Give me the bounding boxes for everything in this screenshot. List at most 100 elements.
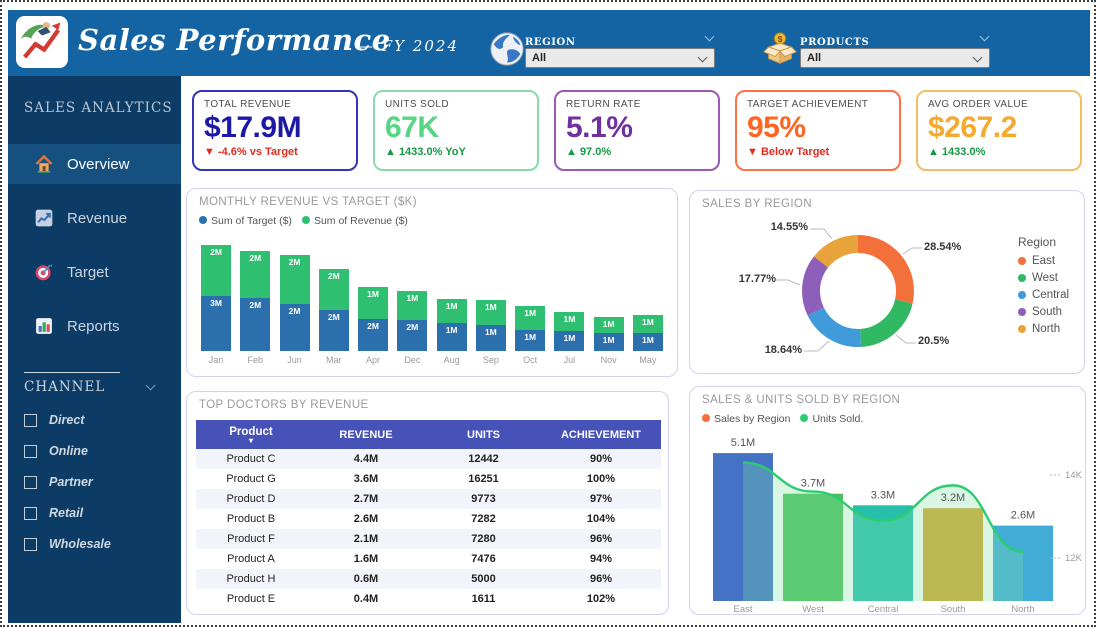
- column-header-achievement[interactable]: ACHIEVEMENT: [541, 420, 661, 449]
- target-bar-segment[interactable]: 2M: [240, 298, 270, 351]
- product-name-cell: Product H: [196, 569, 306, 589]
- month-axis-label: May: [633, 355, 663, 368]
- value-cell: 102%: [541, 589, 661, 609]
- sidebar-item-target[interactable]: Target: [8, 252, 181, 292]
- revenue-bar-segment[interactable]: 2M: [240, 251, 270, 298]
- revenue-bar-segment[interactable]: 1M: [437, 299, 467, 323]
- value-cell: 7280: [426, 529, 541, 549]
- target-bar-segment[interactable]: 1M: [437, 323, 467, 351]
- target-bar-segment[interactable]: 1M: [594, 333, 624, 351]
- checkbox-icon[interactable]: [24, 414, 37, 427]
- channel-option-retail[interactable]: Retail: [24, 506, 181, 520]
- donut-callout-line: [896, 335, 916, 343]
- column-header-units[interactable]: UNITS: [426, 420, 541, 449]
- combo-bar-value-label: 2.6M: [1011, 510, 1035, 522]
- channel-option-direct[interactable]: Direct: [24, 413, 181, 427]
- kpi-label: AVG ORDER VALUE: [928, 99, 1070, 110]
- revenue-bar-segment[interactable]: 1M: [554, 312, 584, 331]
- sidebar-item-label: Overview: [67, 156, 130, 173]
- app-header: Sales Performance — FY 2024 REGION All: [8, 10, 1090, 76]
- sidebar-item-revenue[interactable]: Revenue: [8, 198, 181, 238]
- target-bar-segment[interactable]: 3M: [201, 296, 231, 351]
- table-row[interactable]: Product G3.6M16251100%: [196, 469, 661, 489]
- bar-value-label: 2M: [319, 310, 349, 322]
- region-dropdown[interactable]: All: [525, 48, 715, 68]
- bar-value-label: 1M: [397, 291, 427, 303]
- table-row[interactable]: Product C4.4M1244290%: [196, 449, 661, 469]
- kpi-card-total-revenue: TOTAL REVENUE$17.9M▼ -4.6% vs Target: [192, 90, 358, 171]
- revenue-bar-segment[interactable]: 2M: [280, 255, 310, 304]
- channel-option-online[interactable]: Online: [24, 444, 181, 458]
- products-dropdown[interactable]: All: [800, 48, 990, 68]
- bar-value-label: 2M: [397, 320, 427, 332]
- legend-dot-icon: [1018, 257, 1026, 265]
- table-row[interactable]: Product D2.7M977397%: [196, 489, 661, 509]
- table-row[interactable]: Product E0.4M1611102%: [196, 589, 661, 609]
- checkbox-icon[interactable]: [24, 445, 37, 458]
- value-cell: 94%: [541, 549, 661, 569]
- table-row[interactable]: Product H0.6M500096%: [196, 569, 661, 589]
- month-axis-label: Sep: [476, 355, 506, 368]
- month-axis-label: Jan: [201, 355, 231, 368]
- monthly-bar-feb: 2M2MFeb: [240, 251, 270, 368]
- revenue-bar-segment[interactable]: 1M: [476, 300, 506, 325]
- checkbox-icon[interactable]: [24, 538, 37, 551]
- chevron-down-icon[interactable]: [980, 32, 990, 42]
- region-slicer-label: REGION: [525, 37, 576, 48]
- table-row[interactable]: Product A1.6M747694%: [196, 549, 661, 569]
- globe-icon: [488, 30, 526, 68]
- top-products-panel: TOP DOCTORS BY REVENUE Product▾REVENUEUN…: [186, 391, 669, 615]
- target-bar-segment[interactable]: 1M: [554, 331, 584, 351]
- value-cell: 96%: [541, 529, 661, 549]
- revenue-bar-segment[interactable]: 1M: [397, 291, 427, 320]
- target-bar-segment[interactable]: 2M: [358, 319, 388, 351]
- revenue-bar-segment[interactable]: 1M: [358, 287, 388, 319]
- revenue-bar-segment[interactable]: 2M: [319, 269, 349, 310]
- column-header-revenue[interactable]: REVENUE: [306, 420, 426, 449]
- target-bar-segment[interactable]: 1M: [515, 330, 545, 351]
- donut-percent-label: 18.64%: [752, 344, 802, 356]
- legend-label: West: [1032, 272, 1058, 284]
- sidebar-item-overview[interactable]: Overview: [8, 144, 181, 184]
- chevron-down-icon[interactable]: [705, 32, 715, 42]
- products-slicer: PRODUCTS All: [800, 32, 990, 68]
- donut-legend-item-north[interactable]: North: [1018, 323, 1069, 335]
- month-axis-label: Apr: [358, 355, 388, 368]
- column-header-product[interactable]: Product▾: [196, 420, 306, 449]
- chevron-down-icon[interactable]: [146, 381, 156, 391]
- kpi-value: 67K: [385, 111, 527, 145]
- value-cell: 1.6M: [306, 549, 426, 569]
- target-bar-segment[interactable]: 2M: [280, 304, 310, 351]
- donut-legend-item-east[interactable]: East: [1018, 255, 1069, 267]
- legend-label: South: [1032, 306, 1062, 318]
- region-slicer: REGION All: [525, 32, 715, 68]
- revenue-bar-segment[interactable]: 1M: [633, 315, 663, 333]
- bar-value-label: 1M: [358, 287, 388, 299]
- value-cell: 2.1M: [306, 529, 426, 549]
- checkbox-icon[interactable]: [24, 507, 37, 520]
- table-row[interactable]: Product B2.6M7282104%: [196, 509, 661, 529]
- revenue-bar-segment[interactable]: 2M: [201, 245, 231, 296]
- donut-percent-label: 20.5%: [918, 335, 949, 347]
- table-row[interactable]: Product F2.1M728096%: [196, 529, 661, 549]
- table-panel-title: TOP DOCTORS BY REVENUE: [199, 399, 369, 411]
- month-axis-label: Jul: [554, 355, 584, 368]
- donut-legend-item-west[interactable]: West: [1018, 272, 1069, 284]
- donut-legend-item-central[interactable]: Central: [1018, 289, 1069, 301]
- target-bar-segment[interactable]: 1M: [476, 325, 506, 351]
- checkbox-icon[interactable]: [24, 476, 37, 489]
- sort-descending-icon[interactable]: ▾: [196, 438, 306, 444]
- target-bar-segment[interactable]: 2M: [397, 320, 427, 351]
- donut-legend-item-south[interactable]: South: [1018, 306, 1069, 318]
- target-bar-segment[interactable]: 1M: [633, 333, 663, 351]
- revenue-bar-segment[interactable]: 1M: [594, 317, 624, 333]
- revenue-bar-segment[interactable]: 1M: [515, 306, 545, 330]
- target-bar-segment[interactable]: 2M: [319, 310, 349, 351]
- combo-bar-value-label: 3.7M: [801, 478, 825, 490]
- channel-option-partner[interactable]: Partner: [24, 475, 181, 489]
- kpi-delta: ▲ 97.0%: [566, 146, 708, 158]
- channel-option-wholesale[interactable]: Wholesale: [24, 537, 181, 551]
- value-cell: 5000: [426, 569, 541, 589]
- bar-value-label: 2M: [358, 319, 388, 331]
- sidebar-item-reports[interactable]: Reports: [8, 306, 181, 346]
